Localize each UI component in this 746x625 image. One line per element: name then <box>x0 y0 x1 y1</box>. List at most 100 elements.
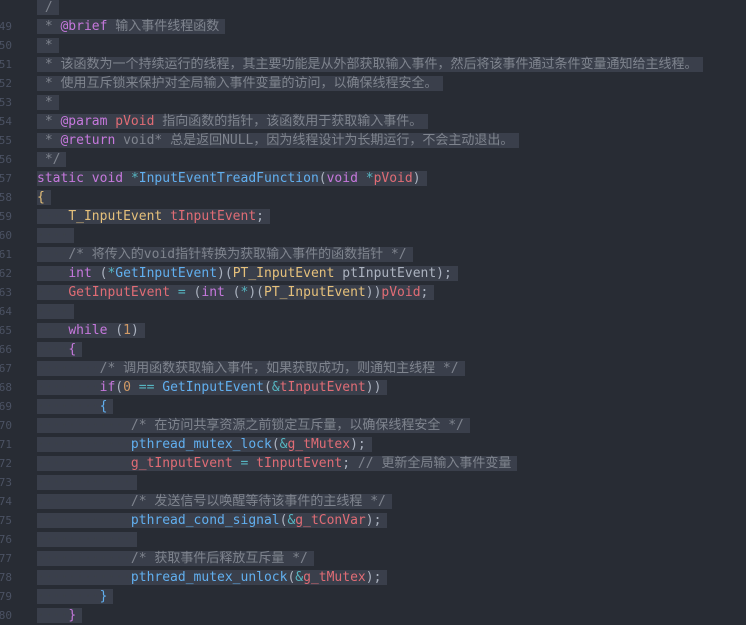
code-token: tInputEvent <box>279 380 366 395</box>
code-token: void <box>91 171 124 186</box>
code-token: static <box>37 171 84 186</box>
line-number: 50 <box>0 39 12 52</box>
selection-highlight: ············pthread_mutex_unlock(&g_tMut… <box>37 570 388 585</box>
line-number: 51 <box>0 58 12 71</box>
selection-highlight: ····/* 将传入的void指针转换为获取输入事件的函数指针 */ <box>37 247 413 262</box>
code-token: = <box>177 285 186 300</box>
code-token: /* 发送信号以唤醒等待该事件的主线程 */ <box>130 494 386 509</box>
selection-highlight: ····while (1) <box>37 323 145 338</box>
code-token: int <box>68 266 92 281</box>
line-number: 76 <box>0 533 12 546</box>
code-token: ···· <box>37 228 69 243</box>
line-number: 79 <box>0 590 12 603</box>
code-token: int <box>201 285 225 300</box>
selection-highlight: ····T_InputEvent tInputEvent; <box>37 209 270 224</box>
code-token: pVoid <box>373 171 413 186</box>
selection-highlight: * @brief 输入事件线程函数 <box>37 19 226 34</box>
code-token: ( <box>107 323 124 338</box>
code-editor[interactable]: 49 50 51 52 53 54 55 56 57 58 59 60 61 62 63 64 65 66 67 68… <box>0 0 746 625</box>
line-number: 63 <box>0 286 12 299</box>
code-line: * 该函数为一个持续运行的线程，其主要功能是从外部获取输入事件，然后将该事件通过… <box>37 55 704 74</box>
selection-highlight: * @param pVoid 指向函数的指针，该函数用于获取输入事件。 <box>37 114 429 129</box>
code-token: ···· <box>37 285 69 300</box>
code-line: ····int (*GetInputEvent)(PT_InputEvent p… <box>37 264 458 283</box>
code-line: * 使用互斥锁来保护对全局输入事件变量的访问，以确保线程安全。 <box>37 74 444 93</box>
code-token: @param <box>60 114 108 129</box>
code-token: * 使用互斥锁来保护对全局输入事件变量的访问，以确保线程安全。 <box>37 76 438 91</box>
code-token: ( <box>185 285 202 300</box>
code-token: ); <box>365 513 382 528</box>
line-number: 73 <box>0 476 12 489</box>
code-token: ············ <box>37 494 131 509</box>
selection-highlight: ············/* 发送信号以唤醒等待该事件的主线程 */ <box>37 494 392 509</box>
code-token: ( <box>115 380 124 395</box>
line-number: 53 <box>0 96 12 109</box>
code-area[interactable]: / * @brief 输入事件线程函数 * * 该函数为一个持续运行的线程，其主… <box>37 0 746 625</box>
line-number: 59 <box>0 210 12 223</box>
code-token: } <box>99 589 108 604</box>
code-token: * <box>37 38 53 53</box>
code-token: while <box>68 323 108 338</box>
selection-highlight: ············/* 获取事件后释放互斥量 */ <box>37 551 314 566</box>
line-number: 66 <box>0 343 12 356</box>
selection-highlight: * <box>37 38 59 53</box>
code-token: ; <box>342 456 358 471</box>
code-line: ···· <box>37 226 75 245</box>
code-line: * @brief 输入事件线程函数 <box>37 17 226 36</box>
code-line: * @param pVoid 指向函数的指针，该函数用于获取输入事件。 <box>37 112 429 131</box>
code-line: ········{ <box>37 397 114 416</box>
line-number: 80 <box>0 609 12 622</box>
code-line: ····} <box>37 606 83 625</box>
code-token: 输入事件线程函数 <box>107 19 220 34</box>
selection-highlight: */ <box>37 152 67 167</box>
code-token: ); <box>350 437 366 452</box>
code-token: pthread_mutex_lock <box>130 437 272 452</box>
code-line: ········/* 调用函数获取输入事件，如果获取成功，则通知主线程 */ <box>37 359 465 378</box>
code-line: ········} <box>37 587 114 606</box>
code-line: ············/* 发送信号以唤醒等待该事件的主线程 */ <box>37 492 392 511</box>
code-token: ········ <box>37 361 100 376</box>
code-line: ····GetInputEvent = (int (*)(PT_InputEve… <box>37 283 435 302</box>
code-token: ············ <box>37 570 131 585</box>
code-token: * <box>130 171 139 186</box>
line-number: 55 <box>0 134 12 147</box>
selection-highlight: ············pthread_cond_signal(&g_tConV… <box>37 513 388 528</box>
selection-highlight: ····GetInputEvent = (int (*)(PT_InputEve… <box>37 285 435 300</box>
code-token: ···· <box>37 608 69 623</box>
line-number: 72 <box>0 457 12 470</box>
code-line: ············/* 在访问共享资源之前锁定互斥量，以确保线程安全 */ <box>37 416 470 435</box>
code-token: pVoid <box>115 114 155 129</box>
code-line: */ <box>37 150 67 169</box>
code-token: pVoid <box>381 285 421 300</box>
code-line: * <box>37 36 59 55</box>
code-token: ············ <box>37 532 131 547</box>
selection-highlight: ············ <box>37 475 137 490</box>
code-line: ············g_tInputEvent = tInputEvent;… <box>37 454 518 473</box>
code-token: & <box>271 380 280 395</box>
line-number: 67 <box>0 362 12 375</box>
code-token: pthread_cond_signal <box>130 513 280 528</box>
code-token: )) <box>365 285 382 300</box>
code-token: { <box>68 342 77 357</box>
line-number: 75 <box>0 514 12 527</box>
code-token: ············ <box>37 418 131 433</box>
line-number: 68 <box>0 381 12 394</box>
line-number: 62 <box>0 267 12 280</box>
code-token: pthread_mutex_unlock <box>130 570 288 585</box>
selection-highlight: ···· <box>37 228 75 243</box>
code-token: ···· <box>37 266 69 281</box>
code-line: { <box>37 188 51 207</box>
code-token: @return <box>60 133 116 148</box>
code-token: ············ <box>37 456 131 471</box>
code-token: ; <box>420 285 429 300</box>
code-token: ············ <box>37 475 131 490</box>
code-token: ptInputEvent); <box>334 266 452 281</box>
code-token: ( <box>224 285 241 300</box>
code-token: ········ <box>37 380 100 395</box>
line-number: 54 <box>0 115 12 128</box>
